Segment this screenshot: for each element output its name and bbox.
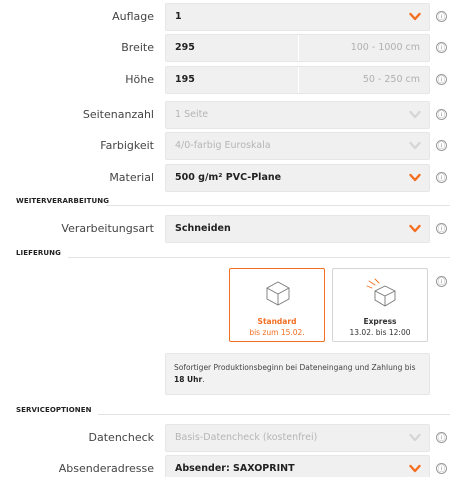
chevron-down-icon (409, 141, 421, 150)
material-select[interactable]: 500 g/m² PVC-Plane (165, 164, 430, 192)
hoehe-range: 50 - 250 cm (298, 67, 429, 93)
farbigkeit-label: Farbigkeit (100, 139, 154, 152)
section-lieferung: LIEFERUNG (16, 248, 450, 260)
hoehe-row: Höhe 195 50 - 250 cm ⓘ (0, 66, 454, 94)
section-divider (106, 205, 450, 206)
delivery-option-express[interactable]: Express 13.02. bis 12:00 (332, 268, 428, 342)
breite-input[interactable]: 295 100 - 1000 cm (165, 34, 430, 62)
verarbeitungsart-value: Schneiden (175, 223, 231, 234)
material-row: Material 500 g/m² PVC-Plane ⓘ (0, 164, 454, 192)
section-title: LIEFERUNG (16, 249, 61, 257)
breite-row: Breite 295 100 - 1000 cm ⓘ (0, 34, 454, 62)
delivery-note-time: 18 Uhr (174, 375, 203, 384)
breite-label: Breite (121, 41, 154, 54)
info-icon[interactable]: ⓘ (436, 74, 447, 85)
datencheck-value: Basis-Datencheck (kostenfrei) (175, 432, 318, 443)
breite-value: 295 (175, 42, 195, 53)
seitenanzahl-value: 1 Seite (175, 109, 209, 120)
auflage-value: 1 (175, 11, 182, 22)
chevron-down-icon (409, 464, 421, 473)
verarbeitungsart-row: Verarbeitungsart Schneiden ⓘ (0, 215, 454, 243)
farbigkeit-row: Farbigkeit 4/0-farbig Euroskala ⓘ (0, 132, 454, 160)
section-divider (68, 257, 450, 258)
info-icon[interactable]: ⓘ (436, 109, 447, 120)
absenderadresse-value: Absender: SAXOPRINT (175, 463, 295, 474)
material-value: 500 g/m² PVC-Plane (175, 172, 282, 183)
section-serviceoptionen: SERVICEOPTIONEN (16, 405, 450, 417)
chevron-down-icon (409, 12, 421, 21)
delivery-title: Standard (257, 317, 297, 326)
delivery-title: Express (363, 317, 397, 326)
info-icon[interactable]: ⓘ (436, 140, 447, 151)
section-divider (98, 414, 450, 415)
farbigkeit-value: 4/0-farbig Euroskala (175, 140, 271, 151)
datencheck-row: Datencheck Basis-Datencheck (kostenfrei)… (0, 424, 454, 452)
section-title: WEITERVERARBEITUNG (16, 197, 110, 205)
absenderadresse-label: Absenderadresse (58, 462, 154, 475)
info-icon[interactable]: ⓘ (436, 223, 447, 234)
absenderadresse-select[interactable]: Absender: SAXOPRINT (165, 455, 430, 477)
verarbeitungsart-label: Verarbeitungsart (61, 222, 154, 235)
chevron-down-icon (409, 433, 421, 442)
material-label: Material (109, 171, 154, 184)
info-icon[interactable]: ⓘ (436, 11, 447, 22)
delivery-option-standard[interactable]: Standard bis zum 15.02. (229, 268, 325, 342)
absenderadresse-row: Absenderadresse Absender: SAXOPRINT ⓘ (0, 455, 454, 477)
seitenanzahl-select: 1 Seite (165, 101, 430, 129)
auflage-label: Auflage (112, 10, 154, 23)
info-icon[interactable]: ⓘ (436, 463, 447, 474)
section-title: SERVICEOPTIONEN (16, 406, 92, 414)
chevron-down-icon (409, 110, 421, 119)
info-icon[interactable]: ⓘ (436, 276, 447, 287)
info-icon[interactable]: ⓘ (436, 172, 447, 183)
info-icon[interactable]: ⓘ (436, 42, 447, 53)
delivery-note-end: . (202, 375, 205, 384)
delivery-note: Sofortiger Produktionsbeginn bei Datenei… (165, 353, 430, 395)
datencheck-label: Datencheck (88, 431, 154, 444)
chevron-down-icon (409, 173, 421, 182)
breite-range: 100 - 1000 cm (298, 35, 429, 61)
delivery-subtitle: 13.02. bis 12:00 (349, 328, 411, 337)
hoehe-label: Höhe (125, 73, 154, 86)
seitenanzahl-row: Seitenanzahl 1 Seite ⓘ (0, 101, 454, 129)
verarbeitungsart-select[interactable]: Schneiden (165, 215, 430, 243)
auflage-row: Auflage 1 ⓘ (0, 3, 454, 31)
farbigkeit-select: 4/0-farbig Euroskala (165, 132, 430, 160)
hoehe-input[interactable]: 195 50 - 250 cm (165, 66, 430, 94)
auflage-select[interactable]: 1 (165, 3, 430, 31)
delivery-subtitle: bis zum 15.02. (249, 328, 305, 337)
info-icon[interactable]: ⓘ (436, 432, 447, 443)
chevron-down-icon (409, 224, 421, 233)
delivery-note-text: Sofortiger Produktionsbeginn bei Datenei… (174, 363, 416, 372)
section-weiterverarbeitung: WEITERVERARBEITUNG (16, 196, 450, 208)
hoehe-value: 195 (175, 74, 195, 85)
seitenanzahl-label: Seitenanzahl (82, 108, 154, 121)
datencheck-select: Basis-Datencheck (kostenfrei) (165, 424, 430, 452)
fast-box-icon (366, 278, 396, 307)
box-icon (266, 281, 290, 306)
